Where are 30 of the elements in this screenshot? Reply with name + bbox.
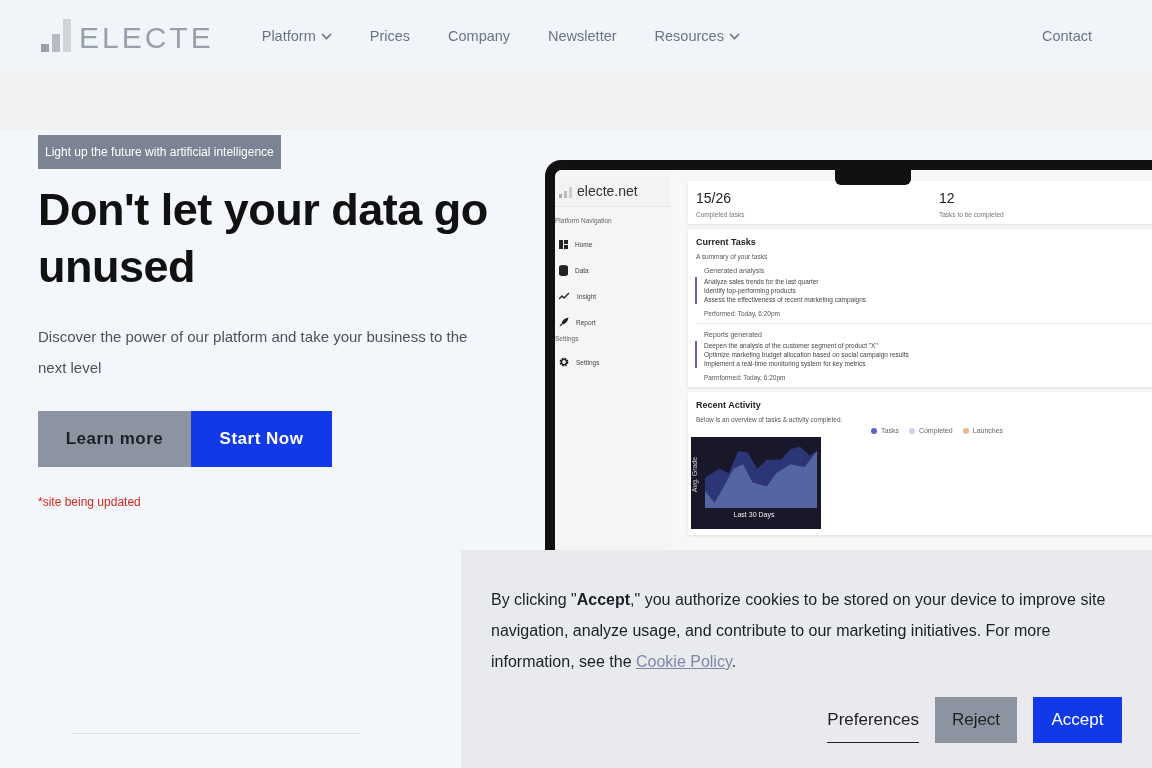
reject-button[interactable]: Reject: [935, 697, 1017, 743]
chevron-down-icon: [320, 32, 332, 40]
card-title: Current Tasks: [696, 237, 757, 247]
stat-value: 12: [939, 190, 956, 206]
update-note: *site being updated: [38, 495, 141, 509]
cookie-notice: By clicking "Accept," you authorize cookies to be stored on your device to improve site navigation, analyze usage, and contribute to our marketing initiatives. For more information, see the Cookie Policy.: [491, 590, 1106, 672]
preferences-button[interactable]: Preferences: [827, 697, 919, 743]
stat-value: 15/26: [696, 190, 733, 206]
settings-icon: [559, 357, 569, 367]
trend-line-icon: [559, 292, 570, 300]
dashboard-icon: [559, 239, 568, 249]
nav-link[interactable]: Newsletter: [548, 28, 617, 44]
start-button[interactable]: Start Now: [191, 411, 332, 467]
accept-button[interactable]: Accept: [1033, 697, 1122, 743]
nav-link[interactable]: Resources: [654, 28, 740, 44]
card-title: Recent Activity: [696, 400, 762, 410]
database-icon: [559, 264, 568, 276]
headline: Don't let your data go unused: [38, 183, 489, 294]
app-brand: electe.net: [577, 184, 638, 198]
tagline-badge: Light up the future with artificial intelligence: [38, 135, 281, 169]
rocket-icon: [559, 317, 569, 327]
bar-chart-icon: [559, 186, 573, 198]
cookie-policy-link[interactable]: Cookie Policy: [635, 653, 732, 670]
contact-link[interactable]: Contact: [1042, 28, 1092, 44]
nav-link[interactable]: Prices: [369, 28, 410, 44]
learn-more-button[interactable]: Learn more: [38, 411, 191, 467]
nav-link[interactable]: Platform: [261, 28, 332, 44]
chevron-down-icon: [728, 32, 740, 40]
subtitle: Discover the power of our platform and take your business to the next level: [38, 327, 469, 378]
nav-link[interactable]: Company: [448, 28, 511, 44]
